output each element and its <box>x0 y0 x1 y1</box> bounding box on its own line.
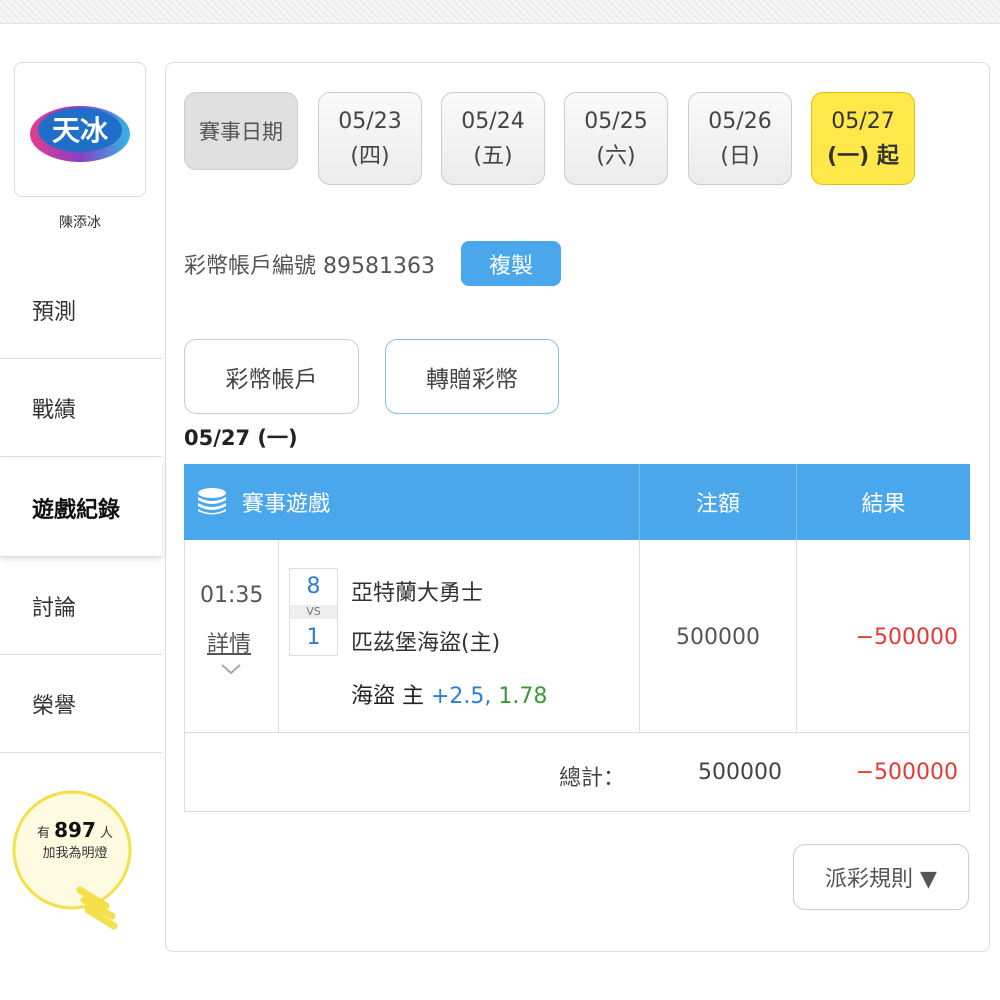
day-text: (六) <box>596 143 636 169</box>
team-away: 亞特蘭大勇士 <box>351 581 484 606</box>
date-button-0523[interactable]: 05/23 (四) <box>318 92 422 185</box>
sidebar-item-label: 遊戲紀錄 <box>32 498 121 523</box>
date-text: 05/23 <box>338 108 402 134</box>
odds-value: 1.78 <box>498 684 548 709</box>
sidebar-item-label: 戰績 <box>32 398 77 423</box>
lamp-followers-text: 有 897 人 加我為明燈 <box>10 818 140 861</box>
date-button-0524[interactable]: 05/24 (五) <box>441 92 545 185</box>
header-result: 結果 <box>861 492 906 517</box>
top-border-strip <box>0 0 1000 24</box>
username: 陳添冰 <box>59 215 101 231</box>
sidebar-item-label: 預測 <box>32 300 77 325</box>
header-amount: 注額 <box>695 492 740 517</box>
day-text: (五) <box>473 143 513 169</box>
bet-pick: 海盜 主 +2.5, 1.78 <box>351 678 547 710</box>
date-text: 05/26 <box>708 108 772 134</box>
sidebar-item-label: 討論 <box>32 596 77 621</box>
sidebar-item-label: 榮譽 <box>32 694 77 719</box>
table-border <box>184 540 185 812</box>
tab-coin-account[interactable]: 彩幣帳戶 <box>184 339 359 414</box>
account-number: 彩幣帳戶編號 89581363 <box>184 254 435 279</box>
lamp-prefix: 有 <box>36 826 50 841</box>
vs-label: VS <box>290 605 337 619</box>
coins-stack-icon <box>198 488 226 515</box>
bet-result: −500000 <box>855 625 958 650</box>
table-border <box>184 811 970 812</box>
sidebar-item-discussion[interactable]: 討論 <box>0 558 162 655</box>
lamp-suffix: 人 <box>100 826 114 841</box>
bet-amount: 500000 <box>676 625 760 650</box>
sidebar-item-honor[interactable]: 榮譽 <box>0 656 162 753</box>
lamp-count: 897 <box>54 818 96 842</box>
lamp-line2: 加我為明燈 <box>42 846 108 861</box>
chevron-down-icon[interactable] <box>220 662 242 676</box>
game-time: 01:35 <box>200 583 264 608</box>
lightbulb-icon[interactable] <box>8 790 158 940</box>
sidebar-item-game-history[interactable]: 遊戲紀錄 <box>0 460 162 557</box>
table-border <box>969 540 970 812</box>
brand-logo-icon: 天冰 <box>30 105 130 162</box>
pick-label: 海盜 主 <box>351 684 424 709</box>
avatar[interactable]: 天冰 <box>14 62 146 197</box>
svg-text:天冰: 天冰 <box>52 114 109 147</box>
header-game-label: 賽事遊戲 <box>242 492 331 517</box>
table-divider <box>184 732 970 733</box>
day-text: (四) <box>350 143 390 169</box>
date-heading: 05/27 (一) <box>184 426 298 450</box>
score-box: 8 VS 1 <box>289 568 338 656</box>
payout-rules-button[interactable]: 派彩規則 ▼ <box>793 844 969 910</box>
score-away: 8 <box>306 574 321 599</box>
date-selector-label: 賽事日期 <box>184 92 298 170</box>
handicap-value: +2.5, <box>431 684 492 709</box>
day-text: (日) <box>720 143 760 169</box>
date-text: 05/27 <box>831 108 895 134</box>
detail-link[interactable]: 詳情 <box>207 626 251 658</box>
date-button-0526[interactable]: 05/26 (日) <box>688 92 792 185</box>
tab-transfer-coins[interactable]: 轉贈彩幣 <box>385 339 559 414</box>
score-home: 1 <box>306 625 321 650</box>
date-button-0525[interactable]: 05/25 (六) <box>564 92 668 185</box>
sidebar-item-record[interactable]: 戰績 <box>0 360 162 457</box>
total-label: 總計： <box>558 766 625 791</box>
date-text: 05/25 <box>584 108 648 134</box>
date-button-0527[interactable]: 05/27 (一) 起 <box>811 92 915 185</box>
header-game: 賽事遊戲 <box>196 464 330 540</box>
total-result: −500000 <box>855 760 958 785</box>
table-divider <box>278 540 279 732</box>
day-text: (一) 起 <box>827 143 899 169</box>
copy-button[interactable]: 複製 <box>461 241 561 286</box>
date-text: 05/24 <box>461 108 525 134</box>
team-home: 匹茲堡海盜(主) <box>351 631 501 656</box>
sidebar-item-predict[interactable]: 預測 <box>0 262 162 359</box>
table-header: 賽事遊戲 注額 結果 <box>184 464 970 540</box>
